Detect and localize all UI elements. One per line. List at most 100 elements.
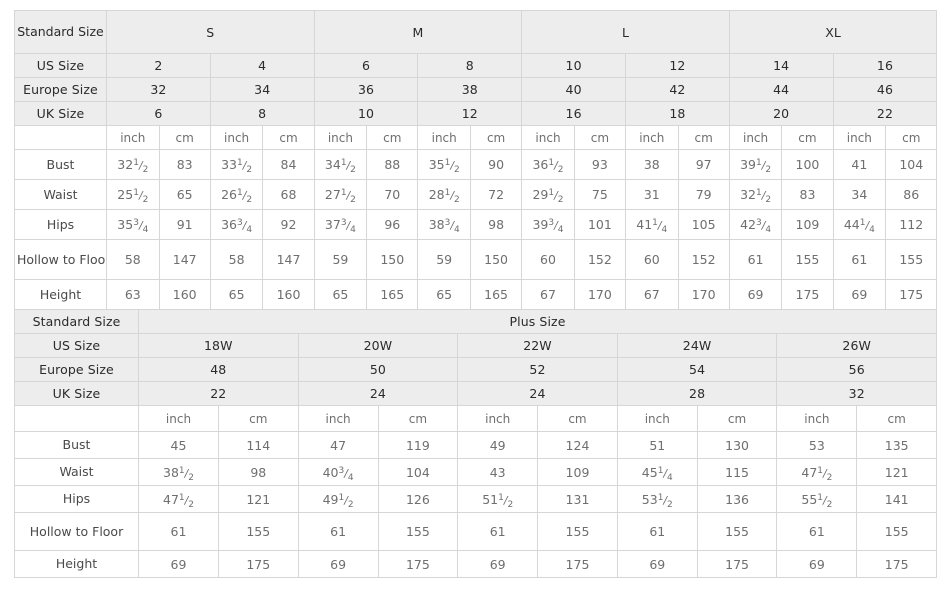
fraction-value: 451/4 [641, 464, 673, 483]
measurement-value-inch: 41 [832, 149, 887, 180]
measurement-value-cm: 175 [696, 550, 778, 578]
measurement-value-inch: 61 [776, 512, 858, 551]
measurement-row: Waist 381/2 98 403/4 104 43 109 451/4 115 471/2 12… [14, 458, 938, 486]
row-label-uk-size: UK Size [14, 101, 107, 126]
standard-group-header-row: Standard Size S M L XL [14, 10, 938, 54]
measurement-value-cm: 160 [158, 279, 211, 310]
measurement-value-inch: 69 [728, 279, 783, 310]
row-label-us-size: US Size [14, 333, 139, 358]
measurement-row: Height 69 175 69 175 69 175 69 175 69 175 [14, 550, 938, 578]
measurement-value-inch: 383/4 [417, 209, 471, 240]
measurement-value-cm: 68 [262, 179, 315, 210]
uk-size-cell: 24 [457, 381, 618, 406]
standard-unit-row: inch cm inch cm inch cm inch cm inch cm inch cm inch… [14, 125, 938, 150]
standard-us-size-row: US Size 2 4 6 8 10 12 14 16 [14, 53, 938, 78]
fraction-value: 321/2 [117, 157, 149, 175]
measurement-value-cm: 70 [366, 179, 419, 210]
measurement-value-inch: 423/4 [728, 209, 783, 240]
uk-size-cell: 32 [776, 381, 938, 406]
measurement-row: Hips 471/2 121 491/2 126 511/2 131 531/2 136 551/… [14, 485, 938, 513]
unit-header-inch: inch [616, 405, 698, 432]
measurement-value-inch: 363/4 [209, 209, 264, 240]
fraction-value: 331/2 [221, 157, 253, 175]
unit-header-inch: inch [521, 125, 575, 150]
measurement-value-inch: 393/4 [521, 209, 575, 240]
fraction-value: 353/4 [117, 217, 149, 235]
measurement-value-inch: 69 [297, 550, 379, 578]
uk-size-cell: 16 [521, 101, 626, 126]
standard-size-table: Standard Size S M L XL US Size 2 4 6 8 1… [14, 10, 938, 310]
unit-header-inch: inch [297, 405, 379, 432]
europe-size-cell: 38 [417, 77, 523, 102]
measurement-value-cm: 121 [218, 485, 299, 513]
measurement-row: Hollow to Floor 58 147 58 147 59 150 59 150 60 152… [14, 239, 938, 280]
unit-header-cm: cm [696, 405, 778, 432]
us-size-cell: 2 [106, 53, 211, 78]
measurement-value-cm: 175 [781, 279, 834, 310]
uk-size-cell: 6 [106, 101, 211, 126]
fraction-value: 391/2 [740, 157, 772, 175]
unit-header-cm: cm [537, 405, 618, 432]
measurement-value-cm: 130 [696, 431, 778, 459]
measurement-value-inch: 351/2 [417, 149, 471, 180]
plus-uk-size-row: UK Size 22 24 24 28 32 [14, 381, 938, 406]
measurement-value-inch: 321/2 [106, 149, 160, 180]
fraction-value: 351/2 [428, 157, 460, 175]
fraction-value: 403/4 [322, 464, 354, 483]
plus-size-table: Standard Size Plus Size US Size 18W 20W … [14, 309, 938, 578]
measurement-value-inch: 471/2 [776, 458, 858, 486]
measurement-value-cm: 155 [696, 512, 778, 551]
measurement-value-inch: 281/2 [417, 179, 471, 210]
size-chart-page: Standard Size S M L XL US Size 2 4 6 8 1… [0, 0, 952, 599]
measurement-value-inch: 59 [417, 239, 471, 280]
measurement-value-cm: 93 [573, 149, 626, 180]
europe-size-cell: 56 [776, 357, 938, 382]
us-size-cell: 6 [313, 53, 419, 78]
plus-us-size-row: US Size 18W 20W 22W 24W 26W [14, 333, 938, 358]
uk-size-cell: 22 [832, 101, 938, 126]
fraction-value: 441/4 [843, 217, 875, 235]
standard-uk-size-row: UK Size 6 8 10 12 16 18 20 22 [14, 101, 938, 126]
measurement-value-cm: 72 [469, 179, 523, 210]
fraction-value: 511/2 [482, 491, 514, 510]
measurement-value-cm: 155 [781, 239, 834, 280]
measurement-value-inch: 373/4 [313, 209, 368, 240]
measurement-value-cm: 126 [377, 485, 459, 513]
measurement-value-cm: 155 [377, 512, 459, 551]
measurement-value-cm: 109 [537, 458, 618, 486]
unit-header-inch: inch [776, 405, 858, 432]
fraction-value: 321/2 [740, 187, 772, 205]
fraction-value: 291/2 [532, 187, 564, 205]
fraction-value: 423/4 [740, 217, 772, 235]
measurement-row: Bust 45 114 47 119 49 124 51 130 53 135 [14, 431, 938, 459]
us-size-cell: 4 [209, 53, 315, 78]
measurement-value-cm: 90 [469, 149, 523, 180]
row-label-europe-size: Europe Size [14, 357, 139, 382]
unit-header-inch: inch [209, 125, 264, 150]
fraction-value: 281/2 [428, 187, 460, 205]
measurement-value-inch: 511/2 [457, 485, 539, 513]
measurement-value-inch: 261/2 [209, 179, 264, 210]
europe-size-cell: 42 [624, 77, 730, 102]
measurement-value-inch: 69 [776, 550, 858, 578]
measurement-value-cm: 165 [366, 279, 419, 310]
measurement-value-cm: 79 [677, 179, 730, 210]
measurement-value-inch: 60 [624, 239, 679, 280]
measurement-value-inch: 61 [728, 239, 783, 280]
measurement-value-inch: 441/4 [832, 209, 887, 240]
measurement-value-inch: 61 [297, 512, 379, 551]
measurement-value-cm: 124 [537, 431, 618, 459]
measurement-label: Waist [14, 458, 139, 486]
measurement-value-cm: 104 [377, 458, 459, 486]
europe-size-cell: 48 [138, 357, 299, 382]
fraction-value: 471/2 [801, 464, 833, 483]
measurement-value-cm: 160 [262, 279, 315, 310]
uk-size-cell: 10 [313, 101, 419, 126]
measurement-value-inch: 43 [457, 458, 539, 486]
measurement-value-inch: 331/2 [209, 149, 264, 180]
us-size-cell: 14 [728, 53, 834, 78]
unit-header-cm: cm [573, 125, 626, 150]
measurement-label: Height [14, 550, 139, 578]
measurement-value-cm: 175 [537, 550, 618, 578]
measurement-value-cm: 175 [885, 279, 938, 310]
